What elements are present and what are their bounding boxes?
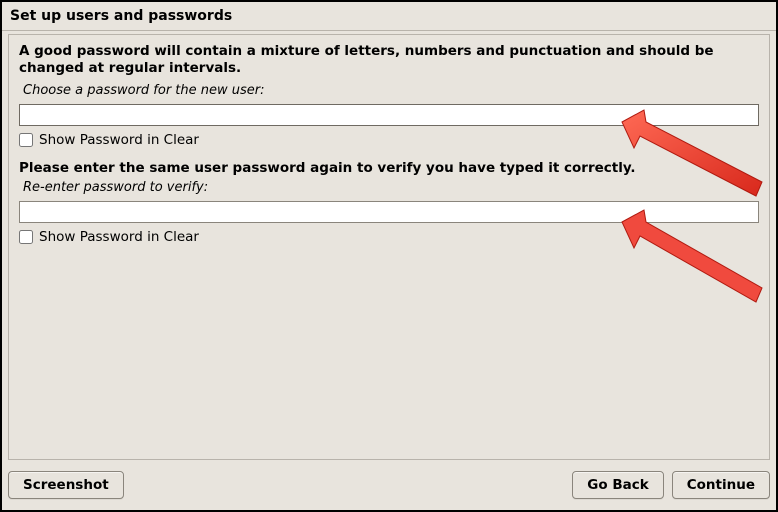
page-title: Set up users and passwords [2,2,776,31]
show-password-2-row[interactable]: Show Password in Clear [19,229,759,245]
show-password-2-checkbox[interactable] [19,230,33,244]
password-field[interactable] [19,104,759,126]
reenter-password-prompt: Re-enter password to verify: [23,180,759,195]
footer-bar: Screenshot Go Back Continue [8,466,770,504]
content-area: A good password will contain a mixture o… [8,34,770,460]
show-password-1-checkbox[interactable] [19,133,33,147]
screenshot-button[interactable]: Screenshot [8,471,124,499]
password-guidance-text: A good password will contain a mixture o… [19,43,759,77]
show-password-2-label: Show Password in Clear [39,229,199,245]
go-back-button[interactable]: Go Back [572,471,663,499]
installer-window: Set up users and passwords A good passwo… [0,0,778,512]
show-password-1-row[interactable]: Show Password in Clear [19,132,759,148]
password-verify-field[interactable] [19,201,759,223]
verify-heading: Please enter the same user password agai… [19,160,759,176]
choose-password-prompt: Choose a password for the new user: [23,83,759,98]
continue-button[interactable]: Continue [672,471,770,499]
show-password-1-label: Show Password in Clear [39,132,199,148]
